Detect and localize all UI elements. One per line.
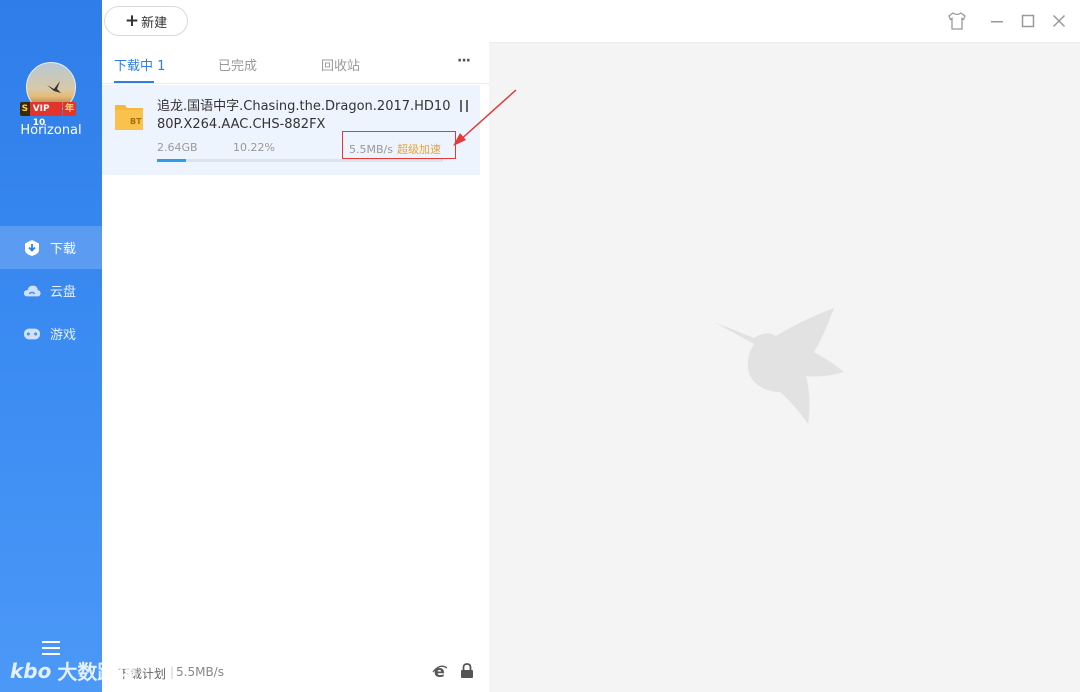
task-percent: 10.22% — [233, 141, 275, 154]
vip-badge: S VIP 10 年 — [20, 102, 76, 128]
maximize-icon[interactable] — [1018, 11, 1038, 31]
avatar[interactable]: S VIP 10 年 — [20, 62, 76, 128]
sidebar-item-label: 下载 — [50, 242, 77, 257]
download-list-panel: + 新建 下载中 1 已完成 回收站 ··· BT 追龙.国语中字.Chasin… — [102, 0, 489, 692]
sidebar-item-download[interactable]: 下载 — [0, 226, 102, 269]
gamepad-icon — [23, 325, 41, 343]
sidebar-item-cloud[interactable]: 云盘 — [0, 269, 102, 312]
task-size: 2.64GB — [157, 141, 198, 154]
browser-icon[interactable]: e — [432, 662, 448, 681]
download-task-row[interactable]: BT 追龙.国语中字.Chasing.the.Dragon.2017.HD108… — [102, 85, 480, 175]
tab-recycle-bin[interactable]: 回收站 — [321, 55, 360, 74]
lock-icon[interactable] — [460, 663, 474, 679]
vip-s-label: S — [20, 102, 30, 116]
vip-year-label: 年 — [62, 102, 76, 116]
sidebar-nav: 下载 云盘 游戏 — [0, 226, 102, 355]
watermark-logo-icon: kbo — [10, 658, 52, 683]
bt-folder-icon: BT — [114, 101, 144, 131]
sidebar-item-label: 云盘 — [50, 285, 77, 300]
skin-shirt-icon[interactable] — [947, 11, 967, 31]
detail-panel — [489, 0, 1080, 692]
sidebar: S VIP 10 年 Horizonal 下载 云盘 游戏 — [0, 0, 102, 692]
divider: | — [170, 665, 175, 679]
hummingbird-logo-icon — [714, 300, 849, 430]
close-icon[interactable] — [1049, 11, 1069, 31]
download-shield-icon — [23, 239, 41, 257]
more-options-icon[interactable]: ··· — [457, 53, 471, 69]
progress-bar — [157, 159, 443, 162]
total-speed: 5.5MB/s — [176, 665, 224, 679]
plus-icon: + — [124, 10, 140, 31]
hamburger-menu-icon[interactable] — [41, 640, 61, 656]
cloud-icon — [23, 282, 41, 300]
new-task-button[interactable]: + 新建 — [104, 6, 188, 36]
pause-icon[interactable] — [459, 100, 471, 114]
active-tab-indicator — [114, 81, 154, 83]
new-task-label: 新建 — [141, 15, 168, 31]
annotation-highlight-box — [342, 131, 456, 159]
tab-downloading[interactable]: 下载中 1 — [114, 55, 165, 74]
sidebar-item-games[interactable]: 游戏 — [0, 312, 102, 355]
sidebar-item-label: 游戏 — [50, 328, 77, 343]
watermark: kbo 大数跨境 — [10, 656, 137, 685]
tab-completed[interactable]: 已完成 — [218, 55, 257, 74]
bottom-bar: 下载计划 | 5.5MB/s e — [102, 655, 489, 692]
tab-bar: 下载中 1 已完成 回收站 ··· — [102, 43, 489, 84]
file-badge: BT — [130, 117, 142, 126]
watermark-text: 大数跨境 — [57, 660, 138, 684]
window-titlebar — [489, 0, 1080, 43]
task-filename: 追龙.国语中字.Chasing.the.Dragon.2017.HD1080P.… — [157, 99, 451, 132]
progress-fill — [157, 159, 187, 162]
svg-text:e: e — [434, 663, 445, 679]
vip-level-label: VIP 10 — [29, 102, 62, 128]
minimize-icon[interactable] — [987, 11, 1007, 31]
top-toolbar: + 新建 — [102, 0, 489, 43]
username[interactable]: Horizonal — [0, 123, 102, 138]
